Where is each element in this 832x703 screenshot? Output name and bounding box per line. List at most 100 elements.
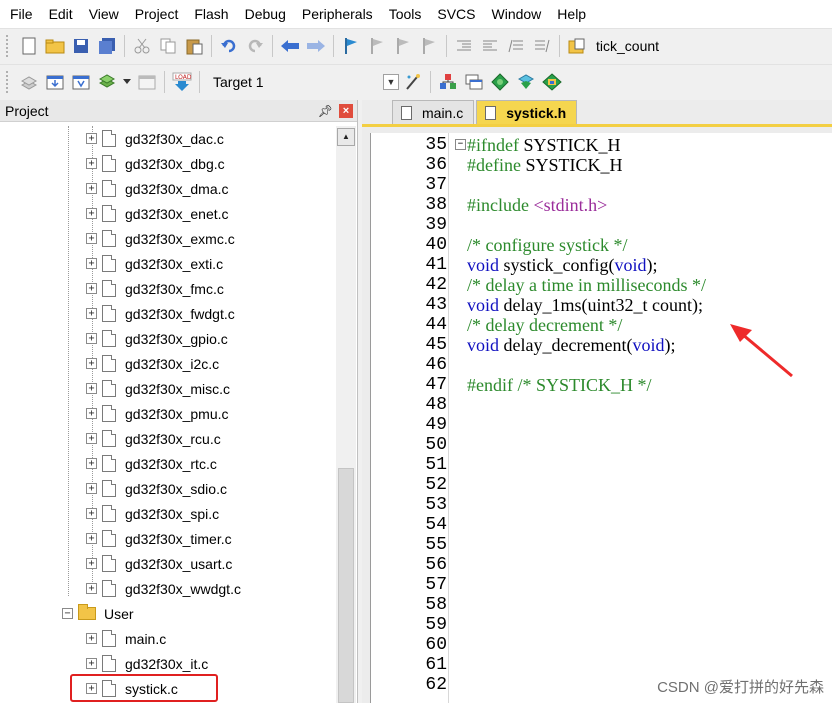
tree-file-item[interactable]: + gd32f30x_usart.c	[86, 551, 232, 576]
paste-icon[interactable]	[183, 35, 205, 57]
tree-file-item[interactable]: + gd32f30x_timer.c	[86, 526, 232, 551]
new-file-icon[interactable]	[18, 35, 40, 57]
target-options-icon[interactable]	[402, 71, 424, 93]
expand-icon[interactable]: +	[86, 633, 97, 644]
indent-icon[interactable]	[453, 35, 475, 57]
fold-toggle-icon[interactable]: −	[455, 139, 466, 150]
code-editor[interactable]: 35− #ifndef SYSTICK_H 36 #define SYSTICK_H 3…	[370, 133, 832, 703]
expand-icon[interactable]: +	[86, 583, 97, 594]
tree-file-item[interactable]: + gd32f30x_it.c	[86, 651, 208, 676]
select-packs-icon[interactable]	[515, 71, 537, 93]
chevron-down-icon[interactable]: ▼	[383, 73, 399, 90]
menu-tools[interactable]: Tools	[381, 0, 430, 28]
undo-icon[interactable]	[218, 35, 240, 57]
expand-icon[interactable]: +	[86, 358, 97, 369]
build-icon[interactable]	[44, 71, 66, 93]
tab-systick-h[interactable]: systick.h	[476, 100, 578, 124]
cut-icon[interactable]	[131, 35, 153, 57]
copy-icon[interactable]	[157, 35, 179, 57]
expand-icon[interactable]: +	[86, 258, 97, 269]
tree-file-item[interactable]: + gd32f30x_enet.c	[86, 201, 229, 226]
expand-icon[interactable]: +	[86, 308, 97, 319]
expand-icon[interactable]: +	[86, 383, 97, 394]
tree-file-item[interactable]: + gd32f30x_sdio.c	[86, 476, 227, 501]
collapse-icon[interactable]: −	[62, 608, 73, 619]
tree-file-item[interactable]: + gd32f30x_wwdgt.c	[86, 576, 241, 601]
open-folder-icon[interactable]	[44, 35, 66, 57]
clear-bookmarks-icon[interactable]	[418, 35, 440, 57]
menu-svcs[interactable]: SVCS	[429, 0, 483, 28]
pack-installer-icon[interactable]	[541, 71, 563, 93]
batch-build-icon[interactable]	[96, 71, 118, 93]
menu-debug[interactable]: Debug	[237, 0, 294, 28]
toolbar-grip[interactable]	[6, 70, 12, 93]
tree-file-item[interactable]: + gd32f30x_dac.c	[86, 126, 224, 151]
find-in-files-icon[interactable]	[566, 35, 588, 57]
navigate-forward-icon[interactable]	[305, 35, 327, 57]
tree-file-item[interactable]: + main.c	[86, 626, 166, 651]
menu-window[interactable]: Window	[484, 0, 550, 28]
tree-file-item[interactable]: + gd32f30x_gpio.c	[86, 326, 228, 351]
unindent-icon[interactable]	[479, 35, 501, 57]
project-scrollbar[interactable]: ▲	[336, 126, 356, 703]
expand-icon[interactable]: +	[86, 533, 97, 544]
menu-view[interactable]: View	[81, 0, 127, 28]
tree-file-item[interactable]: + gd32f30x_spi.c	[86, 501, 219, 526]
save-all-icon[interactable]	[96, 35, 118, 57]
tree-file-item[interactable]: + gd32f30x_misc.c	[86, 376, 230, 401]
tree-file-item[interactable]: + gd32f30x_exti.c	[86, 251, 223, 276]
batch-dropdown-icon[interactable]	[122, 71, 132, 93]
menu-edit[interactable]: Edit	[41, 0, 81, 28]
tree-file-item[interactable]: + gd32f30x_dma.c	[86, 176, 229, 201]
tree-file-item[interactable]: + gd32f30x_fmc.c	[86, 276, 224, 301]
close-icon[interactable]: ×	[339, 103, 353, 118]
expand-icon[interactable]: +	[86, 133, 97, 144]
insert-bookmark-icon[interactable]	[340, 35, 362, 57]
menu-project[interactable]: Project	[127, 0, 187, 28]
expand-icon[interactable]: +	[86, 183, 97, 194]
expand-icon[interactable]: +	[86, 208, 97, 219]
tree-file-item[interactable]: + gd32f30x_i2c.c	[86, 351, 219, 376]
window-layout-icon[interactable]	[463, 71, 485, 93]
comment-icon[interactable]	[505, 35, 527, 57]
toolbar-grip[interactable]	[6, 34, 12, 57]
expand-icon[interactable]: +	[86, 508, 97, 519]
expand-icon[interactable]: +	[86, 408, 97, 419]
tab-main-c[interactable]: main.c	[392, 100, 475, 124]
expand-icon[interactable]: +	[86, 658, 97, 669]
target-select[interactable]: Target 1 ▼	[210, 71, 400, 93]
download-icon[interactable]: LOAD	[171, 71, 193, 93]
prev-bookmark-icon[interactable]	[366, 35, 388, 57]
tree-file-item[interactable]: + gd32f30x_rcu.c	[86, 426, 221, 451]
tree-file-item[interactable]: + gd32f30x_dbg.c	[86, 151, 225, 176]
tree-file-item[interactable]: + gd32f30x_fwdgt.c	[86, 301, 235, 326]
scroll-thumb[interactable]	[338, 468, 354, 703]
file-extensions-icon[interactable]	[437, 71, 459, 93]
expand-icon[interactable]: +	[86, 558, 97, 569]
expand-icon[interactable]: +	[86, 233, 97, 244]
tree-group-user[interactable]: − User	[62, 601, 134, 626]
expand-icon[interactable]: +	[86, 433, 97, 444]
stop-build-icon[interactable]	[136, 71, 158, 93]
menu-flash[interactable]: Flash	[186, 0, 236, 28]
pin-icon[interactable]: 📌︎	[318, 104, 333, 118]
uncomment-icon[interactable]	[531, 35, 553, 57]
expand-icon[interactable]: +	[86, 458, 97, 469]
tree-file-item[interactable]: + gd32f30x_exmc.c	[86, 226, 235, 251]
manage-packs-icon[interactable]	[489, 71, 511, 93]
find-text[interactable]: tick_count	[596, 38, 659, 54]
tree-file-item[interactable]: + gd32f30x_rtc.c	[86, 451, 217, 476]
save-icon[interactable]	[70, 35, 92, 57]
tree-file-item[interactable]: + gd32f30x_pmu.c	[86, 401, 229, 426]
scroll-up-icon[interactable]: ▲	[337, 128, 355, 146]
redo-icon[interactable]	[244, 35, 266, 57]
menu-help[interactable]: Help	[549, 0, 594, 28]
expand-icon[interactable]: +	[86, 483, 97, 494]
expand-icon[interactable]: +	[86, 158, 97, 169]
translate-icon[interactable]	[18, 71, 40, 93]
menu-peripherals[interactable]: Peripherals	[294, 0, 381, 28]
expand-icon[interactable]: +	[86, 283, 97, 294]
navigate-back-icon[interactable]	[279, 35, 301, 57]
next-bookmark-icon[interactable]	[392, 35, 414, 57]
rebuild-icon[interactable]	[70, 71, 92, 93]
